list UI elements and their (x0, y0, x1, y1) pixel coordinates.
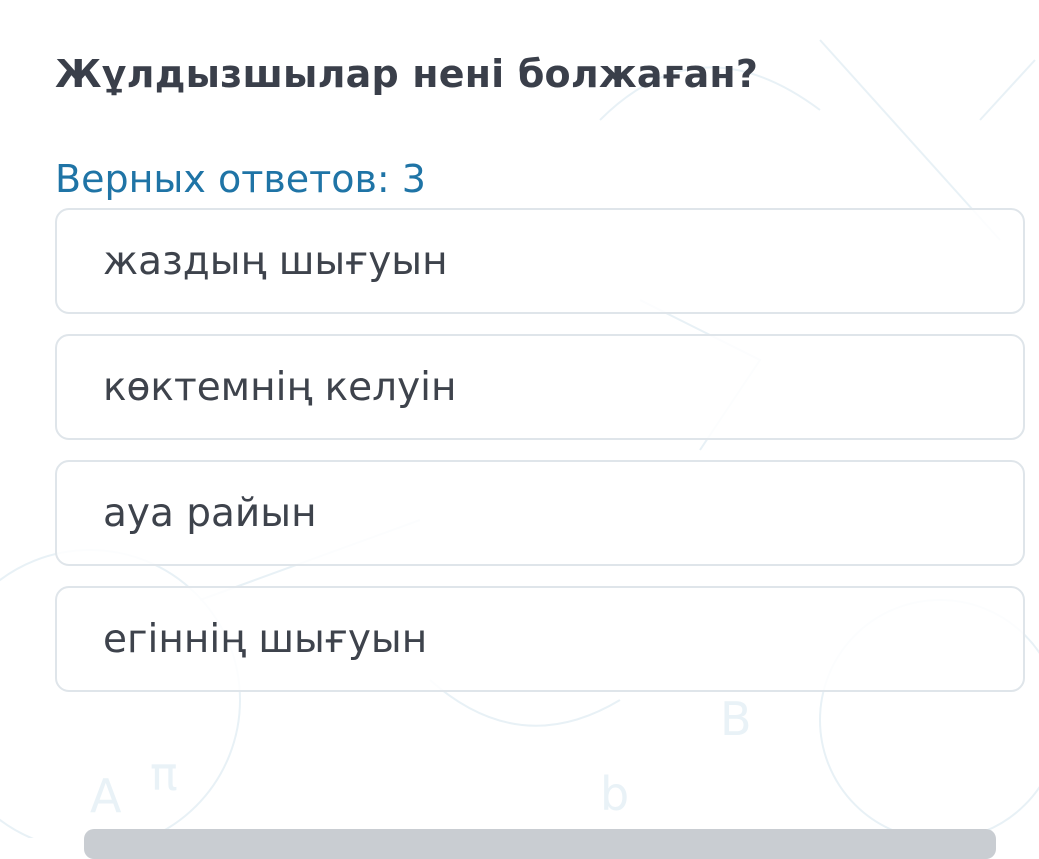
correct-answers-count: Верных ответов: 3 (55, 157, 426, 201)
answer-option-3[interactable]: ауа райын (55, 460, 1025, 566)
answer-option-2[interactable]: көктемнің келуін (55, 334, 1025, 440)
svg-text:A: A (90, 769, 122, 823)
submit-button[interactable] (84, 829, 996, 859)
answer-option-4[interactable]: егіннің шығуын (55, 586, 1025, 692)
answer-option-1[interactable]: жаздың шығуын (55, 208, 1025, 314)
answer-list: жаздың шығуын көктемнің келуін ауа райын… (55, 208, 1025, 712)
question-title: Жұлдызшылар нені болжаған? (55, 52, 759, 96)
svg-text:π: π (150, 747, 178, 801)
svg-text:b: b (600, 767, 629, 821)
